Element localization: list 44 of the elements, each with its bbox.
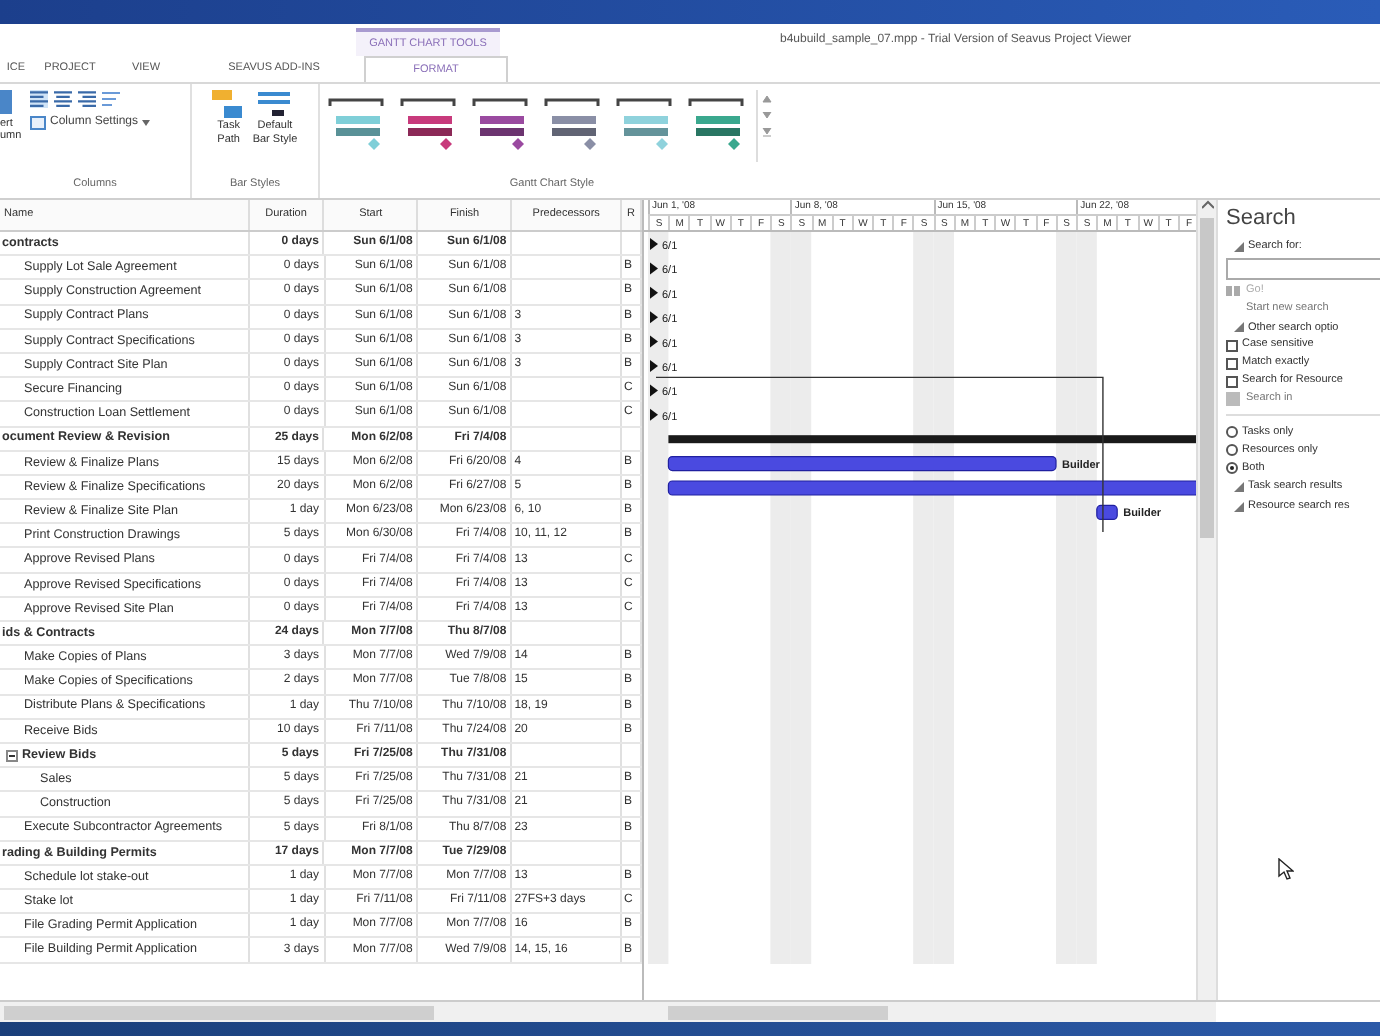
milestone-marker xyxy=(650,311,658,324)
gantt-style-thumbnail[interactable] xyxy=(400,96,460,156)
milestone-marker xyxy=(650,262,658,275)
scroll-thumb[interactable] xyxy=(668,1005,888,1019)
collapse-triangle-icon[interactable] xyxy=(1234,322,1244,333)
gantt-style-thumbnail[interactable] xyxy=(472,96,532,156)
scroll-thumb[interactable] xyxy=(4,1005,434,1019)
checkbox[interactable] xyxy=(1226,339,1238,351)
milestone-marker xyxy=(650,335,658,348)
wrap-text-icon[interactable] xyxy=(102,90,122,108)
mouse-pointer-icon xyxy=(1278,858,1294,880)
align-icon[interactable] xyxy=(78,90,96,108)
checkbox[interactable] xyxy=(1226,357,1238,369)
pane-title: Search xyxy=(1226,204,1298,232)
align-icon[interactable] xyxy=(54,90,72,108)
gantt-style-thumbnail[interactable] xyxy=(544,96,604,156)
gantt-style-thumbnail[interactable] xyxy=(328,96,388,156)
gantt-style-thumbnail[interactable] xyxy=(616,96,676,156)
milestone-marker xyxy=(650,286,658,299)
table-icon xyxy=(30,116,46,130)
gallery-scroll-icon[interactable] xyxy=(762,128,772,138)
milestone-marker xyxy=(650,408,658,421)
task-path-icon xyxy=(212,90,245,120)
milestone-marker xyxy=(650,384,658,397)
gantt-style-thumbnail[interactable] xyxy=(688,96,748,156)
bar-style-icon xyxy=(256,90,293,120)
horizontal-scrollbar[interactable] xyxy=(644,1002,1216,1022)
checkbox[interactable] xyxy=(1226,375,1238,387)
collapse-triangle-icon[interactable] xyxy=(1234,241,1244,252)
milestone-marker xyxy=(650,360,658,372)
scroll-thumb[interactable] xyxy=(1200,218,1214,538)
collapse-icon[interactable] xyxy=(6,749,18,762)
vertical-scrollbar[interactable] xyxy=(1196,200,1216,1000)
align-icon[interactable] xyxy=(30,90,48,108)
radio-button[interactable] xyxy=(1226,443,1238,456)
horizontal-scrollbar[interactable] xyxy=(0,1002,644,1022)
milestone-marker xyxy=(650,238,658,250)
binoculars-icon xyxy=(1226,283,1240,298)
radio-button[interactable] xyxy=(1226,461,1238,474)
search-in-icon xyxy=(1226,391,1240,406)
scroll-up-icon[interactable] xyxy=(1201,200,1213,212)
search-field[interactable] xyxy=(1226,258,1380,281)
caret-icon xyxy=(142,120,151,126)
radio-button[interactable] xyxy=(1226,425,1238,438)
